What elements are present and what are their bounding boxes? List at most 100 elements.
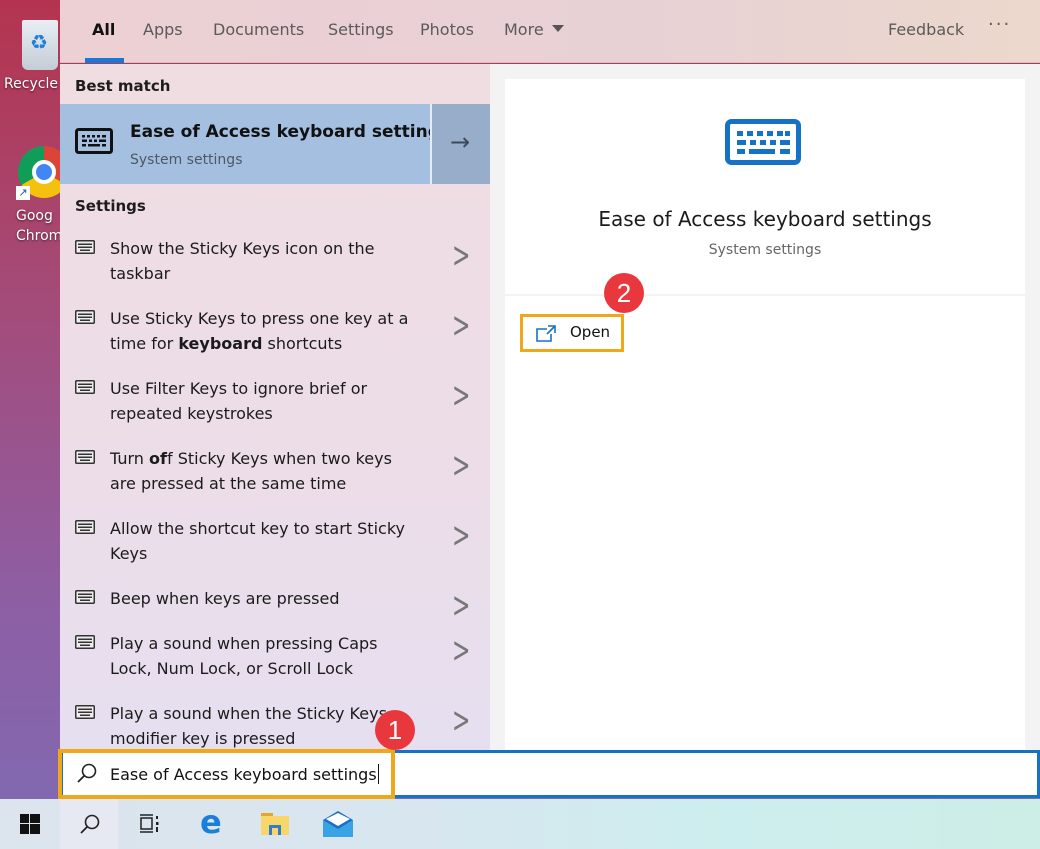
chevron-right-icon[interactable]: > (452, 702, 470, 742)
chevron-right-icon[interactable]: > (452, 237, 470, 277)
settings-result-label: Turn off Sticky Keys when two keys are p… (110, 446, 410, 496)
chevron-right-icon[interactable]: > (452, 587, 470, 627)
open-button[interactable]: Open (520, 314, 624, 352)
keyboard-icon (75, 705, 95, 719)
desktop-icon-label: Recycle (4, 76, 58, 92)
tab-apps[interactable]: Apps (143, 20, 183, 63)
taskbar-search-button[interactable] (60, 799, 118, 849)
tab-more[interactable]: More (504, 20, 564, 63)
settings-result-item[interactable]: Play a sound when pressing Caps Lock, Nu… (60, 631, 490, 701)
search-icon (77, 763, 97, 783)
chevron-right-icon[interactable]: > (452, 632, 470, 672)
keyboard-icon (75, 128, 113, 154)
label-text: Beep when keys are pressed (110, 589, 340, 608)
settings-result-label: Play a sound when the Sticky Keys modifi… (110, 701, 410, 751)
chevron-right-icon[interactable]: > (452, 447, 470, 487)
search-icon (80, 814, 100, 834)
tab-label: Settings (328, 20, 394, 39)
desktop-icon-recycle-bin[interactable]: Recycle (0, 20, 62, 94)
tab-label: Photos (420, 20, 474, 39)
chevron-right-icon[interactable]: > (452, 377, 470, 417)
expand-preview-button[interactable]: → (430, 104, 490, 184)
preview-subtitle: System settings (708, 242, 822, 258)
preview-pane: Ease of Access keyboard settings System … (490, 64, 1040, 750)
best-match-title: Ease of Access keyboard settings (130, 122, 451, 142)
keyboard-icon (75, 520, 95, 534)
keyboard-icon (75, 450, 95, 464)
tab-settings[interactable]: Settings (328, 20, 394, 63)
settings-result-item[interactable]: Use Filter Keys to ignore brief or repea… (60, 376, 490, 446)
preview-card: Ease of Access keyboard settings System … (505, 79, 1025, 294)
arrow-right-icon: → (450, 128, 471, 156)
edge-button[interactable]: e (184, 799, 242, 849)
start-button[interactable] (0, 799, 58, 849)
keyboard-icon (75, 635, 95, 649)
settings-result-item[interactable]: Turn off Sticky Keys when two keys are p… (60, 446, 490, 516)
label-text: Show the Sticky Keys icon on the taskbar (110, 239, 375, 283)
windows-logo-icon (20, 814, 40, 834)
label-match-highlight: keyboard (178, 334, 263, 353)
settings-result-label: Use Filter Keys to ignore brief or repea… (110, 376, 410, 426)
best-match-heading: Best match (75, 77, 171, 95)
best-match-result[interactable]: Ease of Access keyboard settings System … (60, 104, 490, 184)
settings-result-item[interactable]: Use Sticky Keys to press one key at a ti… (60, 306, 490, 376)
label-text: Turn (110, 449, 150, 468)
settings-result-label: Play a sound when pressing Caps Lock, Nu… (110, 631, 410, 681)
preview-actions: Open (505, 296, 1025, 750)
tab-label: Documents (213, 20, 305, 39)
keyboard-icon (725, 119, 801, 165)
search-panel: All Apps Documents Settings Photos More … (60, 0, 1040, 750)
tab-label: Apps (143, 20, 183, 39)
tab-all[interactable]: All (84, 20, 125, 63)
mail-icon (323, 811, 353, 837)
best-match-subtitle: System settings (130, 152, 243, 168)
label-text: Use Filter Keys to ignore brief or repea… (110, 379, 368, 423)
text-cursor (377, 764, 379, 784)
results-list: Best match Ease of Access keyboard setti… (60, 64, 490, 750)
keyboard-icon (75, 240, 95, 254)
file-explorer-button[interactable] (246, 799, 304, 849)
settings-heading: Settings (75, 197, 146, 215)
search-tabs-bar: All Apps Documents Settings Photos More … (60, 0, 1040, 63)
tab-photos[interactable]: Photos (420, 20, 474, 63)
keyboard-icon (75, 590, 95, 604)
desktop-icon-chrome[interactable]: ↗ Goog Chrom (0, 146, 70, 246)
search-input-value: Ease of Access keyboard settings (110, 765, 377, 784)
edge-icon: e (200, 803, 222, 841)
task-view-button[interactable] (120, 799, 178, 849)
task-view-icon (140, 814, 159, 833)
annotation-badge-2: 2 (604, 273, 644, 313)
settings-result-item[interactable]: Show the Sticky Keys icon on the taskbar… (60, 236, 490, 306)
ellipsis-icon[interactable]: ··· (988, 14, 1011, 35)
caret-down-icon (551, 25, 564, 32)
preview-title: Ease of Access keyboard settings (598, 207, 932, 231)
keyboard-icon (75, 310, 95, 324)
settings-result-label: Show the Sticky Keys icon on the taskbar (110, 236, 410, 286)
desktop-icon-label: Goog Chrom (16, 208, 63, 244)
label-text: Allow the shortcut key to start Sticky K… (110, 519, 405, 563)
taskbar: e (0, 799, 1040, 849)
recycle-bin-icon (22, 20, 58, 70)
label-match-highlight: of (149, 449, 167, 468)
folder-icon (261, 813, 289, 835)
shortcut-arrow-icon: ↗ (16, 186, 30, 200)
label-text: Play a sound when the Sticky Keys modifi… (110, 704, 387, 748)
label-text: shortcuts (262, 334, 343, 353)
open-label: Open (570, 323, 611, 341)
tab-documents[interactable]: Documents (213, 20, 304, 63)
open-external-icon (536, 325, 556, 342)
label-text: Play a sound when pressing Caps Lock, Nu… (110, 634, 378, 678)
settings-result-label: Use Sticky Keys to press one key at a ti… (110, 306, 410, 356)
chevron-right-icon[interactable]: > (452, 307, 470, 347)
search-input[interactable]: Ease of Access keyboard settings (110, 764, 379, 784)
settings-result-item[interactable]: Allow the shortcut key to start Sticky K… (60, 516, 490, 586)
settings-result-label: Allow the shortcut key to start Sticky K… (110, 516, 410, 566)
mail-button[interactable] (308, 799, 366, 849)
feedback-button[interactable]: Feedback (888, 20, 964, 39)
tab-label: More (504, 20, 544, 39)
annotation-badge-1: 1 (375, 710, 415, 750)
tab-label: All (92, 20, 116, 39)
keyboard-icon (75, 380, 95, 394)
settings-result-label: Beep when keys are pressed (110, 586, 410, 611)
chevron-right-icon[interactable]: > (452, 517, 470, 557)
